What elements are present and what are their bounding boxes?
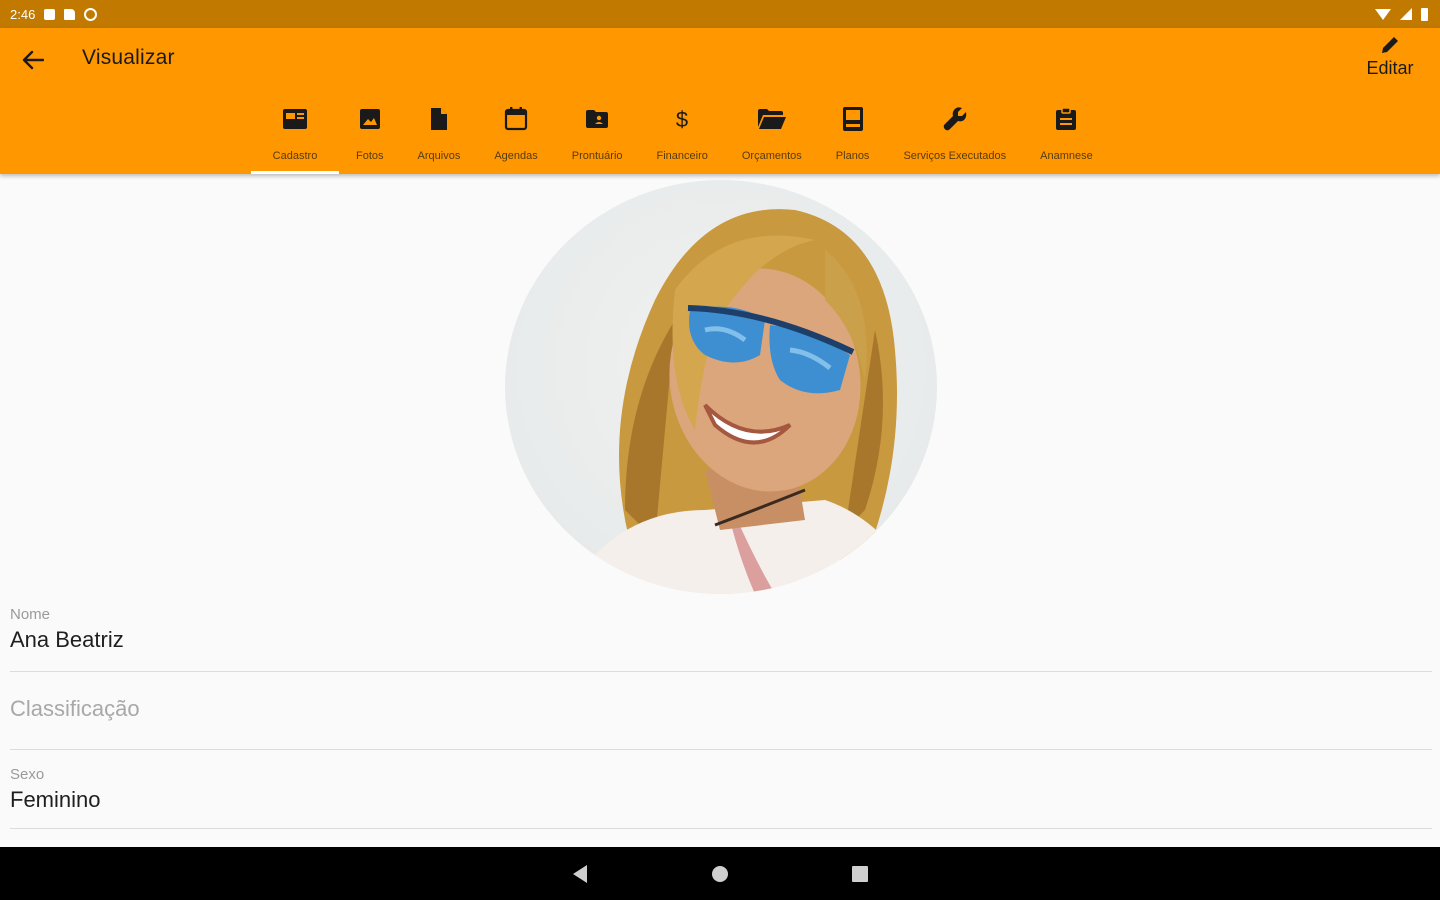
signal-icon [1400,8,1412,20]
battery-icon [1421,7,1428,21]
tab-label: Financeiro [656,150,708,162]
nav-home-icon [712,865,728,882]
app-bar: Visualizar Editar Cadastro Fotos Arquivo… [0,28,1440,174]
page-title: Visualizar [82,46,175,69]
file-icon [430,108,447,130]
sim-card-icon [64,8,76,20]
field-value-nome: Ana Beatriz [10,627,124,652]
tab-bar: Cadastro Fotos Arquivos Agendas Prontuár… [251,98,1110,174]
pencil-icon [1382,37,1398,53]
image-icon [359,109,380,129]
folder-open-icon [757,109,786,129]
tab-label: Cadastro [272,150,318,162]
edit-button[interactable]: Editar [1356,34,1424,86]
status-bar: 2:46 [0,0,1440,28]
profile-photo-image [565,209,925,594]
field-nome[interactable]: Nome Ana Beatriz [10,606,1432,672]
tab-label: Arquivos [417,150,461,162]
tab-cadastro[interactable]: Cadastro [251,98,339,174]
field-value-sexo: Feminino [10,787,101,812]
tab-label: Prontuário [571,150,623,162]
system-nav-bar [0,847,1440,900]
nav-recents-button[interactable] [848,862,872,886]
id-card-icon [283,109,307,129]
back-button[interactable] [14,42,52,78]
status-right [1375,7,1428,21]
tab-financeiro[interactable]: $ Financeiro [640,98,725,174]
profile-photo[interactable] [505,180,937,594]
tab-label: Fotos [356,150,384,162]
arrow-back-icon [22,50,44,70]
notification-square-icon [44,8,56,20]
field-label-nome: Nome [10,606,51,623]
clipboard-icon [1056,107,1077,130]
wrench-icon [943,107,967,131]
tab-anamnese[interactable]: Anamnese [1023,98,1110,174]
folder-account-icon [586,110,609,128]
tab-planos[interactable]: Planos [819,98,887,174]
data-saver-icon [84,7,98,21]
field-label-sexo: Sexo [10,766,45,783]
calendar-icon [504,107,528,131]
nav-home-button[interactable] [708,862,732,886]
tab-servicos-executados[interactable]: Serviços Executados [886,98,1023,174]
tab-label: Anamnese [1040,150,1093,162]
profile-content: Nome Ana Beatriz Classificação Sexo Femi… [0,174,1440,847]
tab-label: Agendas [494,150,538,162]
nav-back-button[interactable] [568,862,592,886]
tab-arquivos[interactable]: Arquivos [401,98,478,174]
book-icon [842,107,863,131]
field-placeholder-classificacao: Classificação [10,696,140,721]
edit-label: Editar [1366,58,1414,78]
tab-fotos[interactable]: Fotos [339,98,401,174]
tab-label: Serviços Executados [903,150,1007,162]
tab-orcamentos[interactable]: Orçamentos [725,98,819,174]
svg-text:$: $ [676,107,688,131]
tab-label: Planos [835,150,870,162]
field-sexo[interactable]: Sexo Feminino [10,766,1432,829]
nav-back-icon [573,864,587,883]
status-time: 2:46 [10,6,36,22]
wifi-icon [1375,8,1391,20]
tab-agendas[interactable]: Agendas [477,98,554,174]
field-classificacao[interactable]: Classificação [10,696,1432,750]
tab-label: Orçamentos [741,150,802,162]
dollar-icon: $ [676,107,688,131]
status-left: 2:46 [10,6,98,22]
tab-prontuario[interactable]: Prontuário [555,98,640,174]
nav-recents-icon [852,865,868,882]
